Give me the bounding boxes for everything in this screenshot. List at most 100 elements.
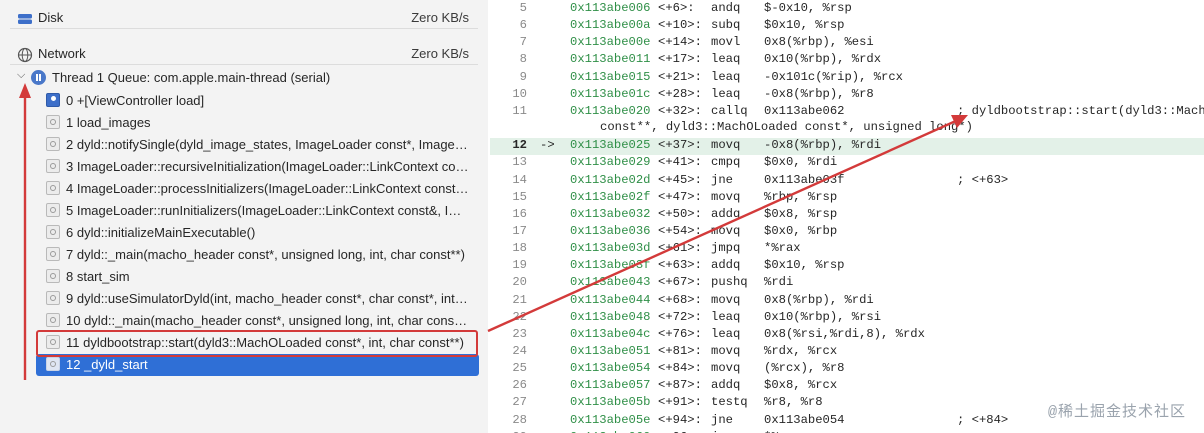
operands: (%rcx), %r8: [764, 361, 845, 376]
instruction-line[interactable]: 13 0x113abe029 <+41>: cmpq $0x0, %rdi: [490, 155, 1204, 172]
operands: $0x10, %rsp: [764, 258, 845, 273]
instruction-offset: <+21>:: [658, 69, 702, 84]
network-icon: [17, 47, 33, 63]
system-frame-icon: [46, 159, 60, 173]
mnemonic: movq: [711, 344, 741, 358]
line-number: 5: [519, 1, 527, 15]
line-number: 11: [512, 103, 527, 118]
instruction-offset: <+67>:: [658, 275, 702, 290]
operands: $0x10, %rsp: [764, 18, 845, 33]
instruction-line[interactable]: 14 0x113abe02d <+45>: jne 0x113abe03f ; <+63>: [490, 173, 1204, 190]
divider: [10, 28, 478, 29]
system-frame-icon: [46, 181, 60, 195]
mnemonic: addq: [711, 258, 741, 273]
mnemonic: leaq: [711, 52, 741, 67]
instruction-comment: ; <+63>: [957, 172, 1009, 187]
mnemonic: testq: [711, 395, 748, 410]
instruction-line[interactable]: 19 0x113abe03f <+63>: addq $0x10, %rsp: [490, 258, 1204, 275]
mnemonic: subq: [711, 18, 741, 33]
line-number: 19: [512, 258, 527, 273]
instruction-offset: <+10>:: [658, 18, 702, 33]
divider: [10, 64, 478, 65]
instruction-line[interactable]: 15 0x113abe02f <+47>: movq %rbp, %rsp: [490, 190, 1204, 207]
instruction-offset: <+41>:: [658, 155, 702, 170]
instruction-line[interactable]: 17 0x113abe036 <+54>: movq $0x0, %rbp: [490, 224, 1204, 241]
mnemonic: movq: [711, 292, 741, 307]
instruction-offset: <+50>:: [658, 206, 702, 221]
mnemonic: jne: [711, 172, 733, 187]
stack-frame-row[interactable]: 9 dyld::useSimulatorDyld(int, macho_head…: [36, 288, 479, 310]
line-number: 14: [512, 172, 527, 187]
stack-frame-row[interactable]: 10 dyld::_main(macho_header const*, unsi…: [36, 310, 479, 332]
instruction-line[interactable]: 7 0x113abe00e <+14>: movl 0x8(%rbp), %esi: [490, 35, 1204, 52]
stack-frame-row[interactable]: 7 dyld::_main(macho_header const*, unsig…: [36, 244, 479, 266]
instruction-address: 0x113abe01c: [570, 86, 651, 101]
operands: *%rax: [764, 241, 801, 256]
instruction-address: 0x113abe00a: [570, 18, 651, 33]
instruction-line[interactable]: 11 0x113abe020 <+32>: callq 0x113abe062 ; dyl…: [490, 104, 1204, 121]
instruction-address: 0x113abe03f: [570, 258, 651, 273]
stack-frame-row[interactable]: 8 start_sim: [36, 266, 479, 288]
instruction-line[interactable]: 10 0x113abe01c <+28>: leaq -0x8(%rbp), %r8: [490, 87, 1204, 104]
stack-frame-row[interactable]: 12 _dyld_start: [36, 354, 479, 376]
system-frame-icon: [46, 225, 60, 239]
instruction-address: 0x113abe006: [570, 1, 651, 15]
instruction-line[interactable]: 16 0x113abe032 <+50>: addq $0x8, %rsp: [490, 207, 1204, 224]
system-frame-icon: [46, 269, 60, 283]
stack-frame-row[interactable]: 1 load_images: [36, 112, 479, 134]
instruction-line[interactable]: 25 0x113abe054 <+84>: movq (%rcx), %r8: [490, 361, 1204, 378]
instruction-offset: <+61>:: [658, 241, 702, 256]
stack-frame-label: 7 dyld::_main(macho_header const*, unsig…: [66, 247, 465, 262]
mnemonic: addq: [711, 206, 741, 221]
instruction-line[interactable]: 18 0x113abe03d <+61>: jmpq *%rax: [490, 241, 1204, 258]
mnemonic: leaq: [711, 326, 741, 341]
stack-frame-row[interactable]: 6 dyld::initializeMainExecutable(): [36, 222, 479, 244]
line-number: 9: [519, 69, 527, 84]
current-instruction-line[interactable]: 12 -> 0x113abe025 <+37>: movq -0x8(%rbp), %rd…: [490, 138, 1204, 156]
operands: -0x101c(%rip), %rcx: [764, 69, 903, 84]
line-number: 24: [512, 344, 527, 358]
instruction-line[interactable]: 9 0x113abe015 <+21>: leaq -0x101c(%rip), %rc…: [490, 70, 1204, 87]
stack-frame-row[interactable]: 3 ImageLoader::recursiveInitialization(I…: [36, 156, 479, 178]
instruction-address: 0x113abe00e: [570, 35, 651, 50]
chevron-down-icon[interactable]: ⌵: [17, 69, 25, 82]
instruction-offset: <+84>:: [658, 361, 702, 376]
mnemonic: movq: [711, 189, 741, 204]
instruction-offset: <+72>:: [658, 309, 702, 324]
instruction-comment: ; dyldbootstrap::start(dyld3::MachOLoade…: [957, 103, 1204, 118]
mnemonic: leaq: [711, 69, 741, 84]
line-number: 23: [512, 326, 527, 341]
operands: %r8, %r8: [764, 395, 823, 410]
stack-frame-label: 12 _dyld_start: [66, 357, 148, 372]
operands: %rdi: [764, 275, 794, 290]
disk-gauge-row[interactable]: Disk Zero KB/s: [0, 0, 488, 38]
instruction-line[interactable]: 6 0x113abe00a <+10>: subq $0x10, %rsp: [490, 18, 1204, 35]
mnemonic: jmpq: [711, 241, 741, 256]
mnemonic: jne: [711, 412, 733, 427]
operands: $0x8, %rcx: [764, 378, 838, 393]
thread-row[interactable]: ⌵ Thread 1 Queue: com.apple.main-thread …: [0, 66, 488, 89]
instruction-comment: ; <+84>: [957, 412, 1009, 427]
instruction-line[interactable]: 23 0x113abe04c <+76>: leaq 0x8(%rsi,%rdi,8),…: [490, 327, 1204, 344]
instruction-line[interactable]: 22 0x113abe048 <+72>: leaq 0x10(%rbp), %rsi: [490, 310, 1204, 327]
system-frame-icon: [46, 291, 60, 305]
instruction-line[interactable]: 8 0x113abe011 <+17>: leaq 0x10(%rbp), %rdx: [490, 52, 1204, 69]
instruction-line[interactable]: 20 0x113abe043 <+67>: pushq %rdi: [490, 275, 1204, 292]
stack-frame-row[interactable]: 5 ImageLoader::runInitializers(ImageLoad…: [36, 200, 479, 222]
stack-frame-row[interactable]: 2 dyld::notifySingle(dyld_image_states, …: [36, 134, 479, 156]
instruction-line[interactable]: 21 0x113abe044 <+68>: movq 0x8(%rbp), %rdi: [490, 293, 1204, 310]
stack-frame-row[interactable]: 0 +[ViewController load]: [36, 90, 479, 112]
operands: %rbp, %rsp: [764, 189, 838, 204]
mnemonic: movl: [711, 35, 741, 50]
stack-frame-label: 8 start_sim: [66, 269, 130, 284]
instruction-offset: <+63>:: [658, 258, 702, 273]
instruction-line[interactable]: 5 0x113abe006 <+6>: andq $-0x10, %rsp: [490, 1, 1204, 18]
network-rate: Zero KB/s: [411, 46, 469, 61]
instruction-address: 0x113abe029: [570, 155, 651, 170]
stack-frame-row[interactable]: 4 ImageLoader::processInitializers(Image…: [36, 178, 479, 200]
line-number: 10: [512, 86, 527, 101]
instruction-line[interactable]: 26 0x113abe057 <+87>: addq $0x8, %rcx: [490, 378, 1204, 395]
mnemonic: andq: [711, 1, 741, 15]
instruction-line[interactable]: 24 0x113abe051 <+81>: movq %rdx, %rcx: [490, 344, 1204, 361]
instruction-address: 0x113abe020: [570, 103, 651, 118]
